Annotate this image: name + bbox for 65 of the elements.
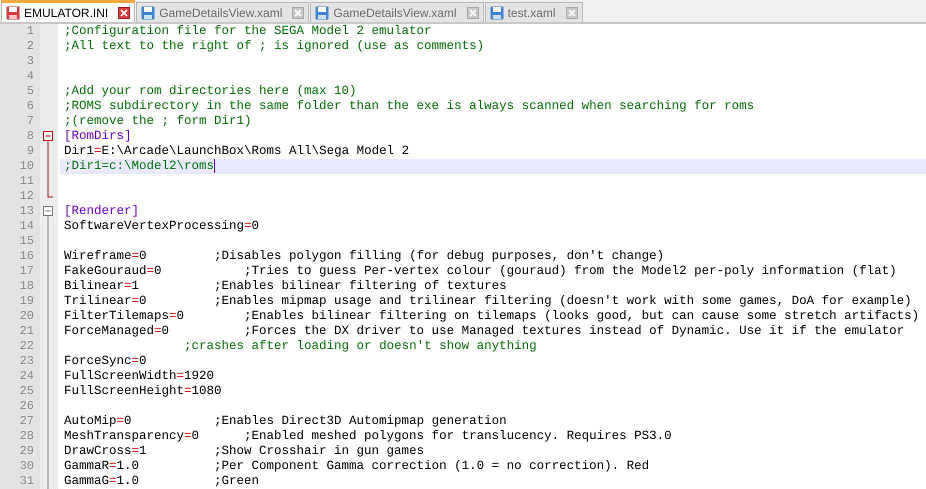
- line-number: 13: [18, 204, 35, 219]
- code-line: [RomDirs]: [64, 129, 132, 144]
- line-number: 21: [18, 324, 35, 339]
- code-line: Dir1=E:\Arcade\LaunchBox\Roms All\Sega Model 2: [64, 144, 410, 159]
- code-line: AutoMip=0 ;Enables Direct3D Automipmap generation: [64, 414, 507, 429]
- line-number: 30: [18, 459, 35, 474]
- line-number: 19: [18, 294, 35, 309]
- code-line: GammaG=1.0 ;Green: [64, 474, 260, 489]
- code-line: ;Add your rom directories here (max 10): [64, 84, 357, 99]
- file-tab[interactable]: test.xaml: [484, 2, 583, 22]
- line-number: 18: [18, 279, 35, 294]
- line-number: 14: [18, 219, 35, 234]
- code-line: ;All text to the right of ; is ignored (use as comments): [64, 39, 484, 54]
- line-number: 12: [18, 189, 35, 204]
- line-number: 2: [26, 39, 35, 54]
- code-line: ;ROMS subdirectory in the same folder than the exe is always scanned when searching for roms: [64, 99, 754, 114]
- code-line: ;crashes after loading or doesn't show anything: [183, 339, 537, 354]
- line-number: 23: [18, 354, 35, 369]
- line-number: 15: [18, 234, 35, 249]
- code-line: Wireframe=0 ;Disables polygon filling (for debug purposes, don't change): [64, 249, 664, 264]
- line-number: 5: [26, 84, 35, 99]
- line-number: 11: [18, 174, 35, 189]
- line-number: 28: [18, 429, 35, 444]
- line-number: 25: [18, 384, 35, 399]
- code-line: DrawCross=1 ;Show Crosshair in gun games: [64, 444, 424, 459]
- line-number: 10: [18, 159, 35, 174]
- line-number: 24: [18, 369, 35, 384]
- code-line: Bilinear=1 ;Enables bilinear filtering of textures: [64, 279, 507, 294]
- code-line: ;(remove the ; form Dir1): [64, 114, 252, 129]
- code-line: GammaR=1.0 ;Per Component Gamma correction (1.0 = no correction). Red: [64, 459, 650, 474]
- line-number: 6: [26, 99, 35, 114]
- collapse-icon[interactable]: [43, 131, 53, 141]
- line-number: 9: [26, 144, 35, 159]
- code-line: FullScreenHeight=1080: [64, 384, 222, 399]
- fold-line: [48, 140, 54, 198]
- line-number: 1: [26, 24, 35, 39]
- line-number: 27: [18, 414, 35, 429]
- code-line: FilterTilemaps=0 ;Enables bilinear filtering on tilemaps (looks good, but can cause some stretch artifacts): [64, 309, 920, 324]
- line-number: 4: [26, 69, 35, 84]
- line-number: 8: [26, 129, 35, 144]
- code-line: ForceManaged=0 ;Forces the DX driver to use Managed textures instead of Dynamic. Use it if the emulator: [64, 324, 904, 339]
- file-tab[interactable]: EMULATOR.INI: [1, 0, 136, 22]
- file-tab[interactable]: GameDetailsView.xaml: [310, 2, 484, 22]
- collapse-icon[interactable]: [43, 206, 53, 216]
- file-tab[interactable]: GameDetailsView.xaml: [136, 2, 310, 22]
- text-cursor: [214, 159, 216, 173]
- line-number: 16: [18, 249, 35, 264]
- line-number: 20: [18, 309, 35, 324]
- line-number: 17: [18, 264, 35, 279]
- line-number: 29: [18, 444, 35, 459]
- code-line: SoftwareVertexProcessing=0: [64, 219, 260, 234]
- code-line: [Renderer]: [64, 204, 140, 219]
- close-icon[interactable]: [118, 6, 130, 18]
- code-line: Trilinear=0 ;Enables mipmap usage and trilinear filtering (doesn't work with some games, DoA for example): [64, 294, 912, 309]
- code-line: ;Dir1=c:\Model2\roms: [64, 159, 214, 174]
- code-line: ForceSync=0: [64, 354, 147, 369]
- line-number: 26: [18, 399, 35, 414]
- code-line: ;Configuration file for the SEGA Model 2 emulator: [64, 24, 432, 39]
- code-line: FullScreenWidth=1920: [64, 369, 214, 384]
- line-number: 22: [18, 339, 35, 354]
- line-number: 31: [18, 474, 35, 489]
- code-line: MeshTransparency=0 ;Enabled meshed polygons for translucency. Requires PS3.0: [64, 429, 672, 444]
- line-number: 3: [26, 54, 35, 69]
- code-line: FakeGouraud=0 ;Tries to guess Per-vertex colour (gouraud) from the Model2 per-poly information (flat): [64, 264, 897, 279]
- line-number: 7: [26, 114, 35, 129]
